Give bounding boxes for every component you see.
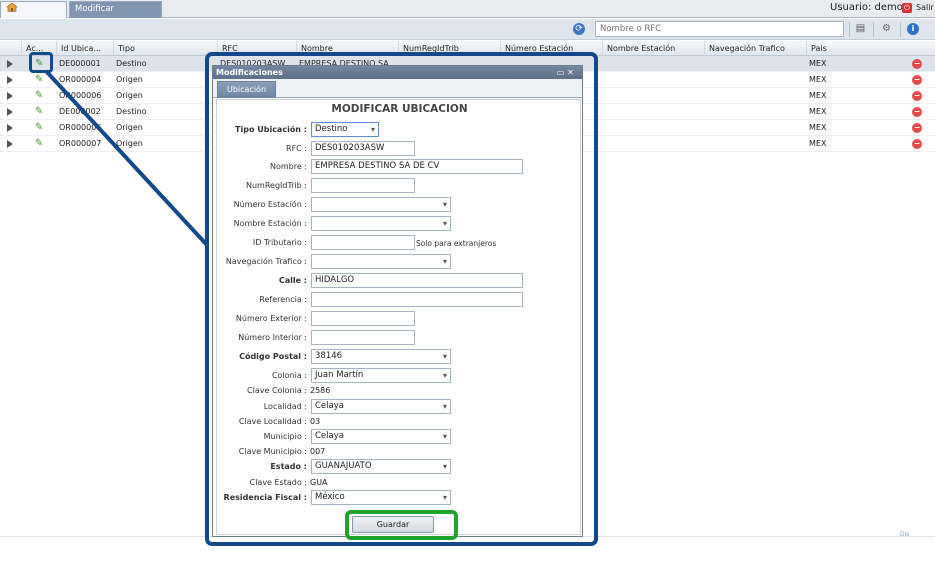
nombre-field[interactable]: EMPRESA DESTINO SA DE CV [311, 159, 523, 174]
municipio-select[interactable]: Celaya [311, 429, 451, 444]
nombre-estacion-select[interactable] [311, 216, 451, 231]
colonia-select[interactable]: Juan Martín [311, 368, 451, 383]
ubicacion-form: MODIFICAR UBICACION Tipo Ubicación : Des… [216, 99, 581, 535]
label-clave-localidad: Clave Localidad : [238, 417, 307, 426]
label-numero-estacion: Número Estación : [233, 200, 307, 209]
numero-exterior-field[interactable] [311, 311, 415, 326]
label-tipo-ubicacion: Tipo Ubicación : [235, 125, 307, 134]
label-numero-exterior: Número Exterior : [235, 314, 307, 323]
dialog-titlebar[interactable]: Modificaciones ▭✕ [213, 66, 582, 79]
label-clave-municipio: Clave Municipio : [238, 447, 307, 456]
maximize-icon[interactable]: ▭ [557, 68, 568, 77]
label-numregidtrib: NumRegIdTrib : [245, 181, 307, 190]
tab-ubicacion[interactable]: Ubicación [217, 81, 276, 98]
label-clave-colonia: Clave Colonia : [247, 386, 307, 395]
label-nombre: Nombre : [269, 162, 307, 171]
numero-interior-field[interactable] [311, 330, 415, 345]
codigo-postal-select[interactable]: 38146 [311, 349, 451, 364]
navegacion-trafico-select[interactable] [311, 254, 451, 269]
label-colonia: Colonia : [271, 371, 307, 380]
clave-localidad-value: 03 [310, 417, 321, 426]
label-id-tributario: ID Tributario : [252, 238, 307, 247]
label-codigo-postal: Código Postal : [239, 352, 307, 361]
dialog-title: Modificaciones [216, 68, 283, 77]
calle-field[interactable]: HIDALGO [311, 273, 523, 288]
close-icon[interactable]: ✕ [567, 68, 577, 77]
form-title: MODIFICAR UBICACION [331, 103, 468, 115]
label-nombre-estacion: Nombre Estación : [233, 219, 307, 228]
id-tributario-field[interactable] [311, 235, 415, 250]
clave-estado-value: GUA [310, 478, 328, 487]
label-navegacion-trafico: Navegación Trafico : [225, 257, 307, 266]
rfc-field[interactable]: DES010203ASW [311, 141, 415, 156]
save-button[interactable]: Guardar [352, 516, 434, 533]
label-residencia-fiscal: Residencia Fiscal : [223, 493, 307, 502]
modificaciones-dialog: Modificaciones ▭✕ Ubicación MODIFICAR UB… [212, 65, 583, 537]
referencia-field[interactable] [311, 292, 523, 307]
numero-estacion-select[interactable] [311, 197, 451, 212]
tipo-ubicacion-select[interactable]: Destino [311, 122, 379, 137]
clave-municipio-value: 007 [310, 447, 326, 456]
localidad-select[interactable]: Celaya [311, 399, 451, 414]
dialog-tabbar: Ubicación [213, 79, 582, 98]
residencia-fiscal-select[interactable]: México [311, 490, 451, 505]
label-rfc: RFC : [286, 144, 307, 153]
label-estado: Estado : [270, 462, 307, 471]
label-municipio: Municipio : [263, 432, 307, 441]
clave-colonia-value: 2586 [310, 386, 331, 395]
label-calle: Calle : [278, 276, 307, 285]
label-referencia: Referencia : [259, 295, 307, 304]
label-numero-interior: Número Interior : [238, 333, 307, 342]
numregidtrib-field[interactable] [311, 178, 415, 193]
estado-select[interactable]: GUANAJUATO [311, 459, 451, 474]
id-tributario-note: Solo para extranjeros [416, 239, 497, 248]
label-clave-estado: Clave Estado : [249, 478, 307, 487]
label-localidad: Localidad : [263, 402, 307, 411]
